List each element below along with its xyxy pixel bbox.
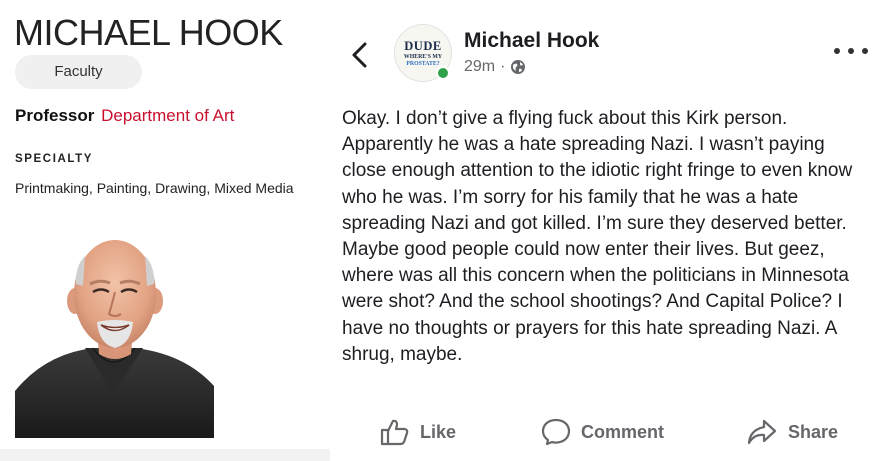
author-name[interactable]: Michael Hook — [464, 29, 599, 53]
more-options-button[interactable] — [834, 44, 868, 58]
chevron-left-icon — [352, 42, 367, 68]
comment-bubble-icon — [541, 418, 571, 446]
share-arrow-icon — [747, 419, 777, 445]
post-meta: 29m · — [464, 58, 526, 76]
share-button[interactable]: Share — [746, 414, 838, 450]
portrait-photo — [15, 226, 214, 438]
specialty-text: Printmaking, Painting, Drawing, Mixed Me… — [15, 180, 294, 196]
share-label: Share — [788, 421, 839, 442]
thumbs-up-icon — [380, 419, 409, 446]
faculty-profile: MICHAEL HOOK Faculty Professor Departmen… — [0, 0, 330, 461]
post-body: Okay. I don’t give a flying fuck about t… — [342, 108, 853, 365]
faculty-badge: Faculty — [15, 55, 142, 89]
globe-icon — [511, 60, 526, 74]
more-dot — [834, 48, 840, 54]
avatar-text-line1: DUDE — [404, 39, 442, 53]
more-dot — [848, 48, 854, 54]
rank-label: Professor — [15, 106, 95, 125]
meta-separator: · — [500, 58, 506, 75]
profile-name: MICHAEL HOOK — [14, 12, 283, 53]
facebook-post: DUDE WHERE'S MY PROSTATE? Michael Hook 2… — [330, 0, 877, 461]
post-time[interactable]: 29m — [464, 58, 495, 76]
profile-bottom-bar — [0, 449, 330, 461]
comment-button[interactable]: Comment — [541, 414, 664, 450]
like-button[interactable]: Like — [380, 414, 456, 450]
department-link[interactable]: Department of Art — [101, 106, 234, 125]
comment-label: Comment — [581, 421, 665, 442]
online-status-dot — [436, 66, 450, 80]
like-label: Like — [420, 421, 457, 442]
avatar-text-line2: WHERE'S MY — [403, 54, 443, 60]
back-button[interactable] — [348, 40, 372, 70]
post-actions: Like Comment Share — [330, 414, 877, 450]
title-line: Professor Department of Art — [15, 106, 234, 126]
specialty-heading: SPECIALTY — [15, 153, 94, 165]
more-dot — [862, 48, 868, 54]
